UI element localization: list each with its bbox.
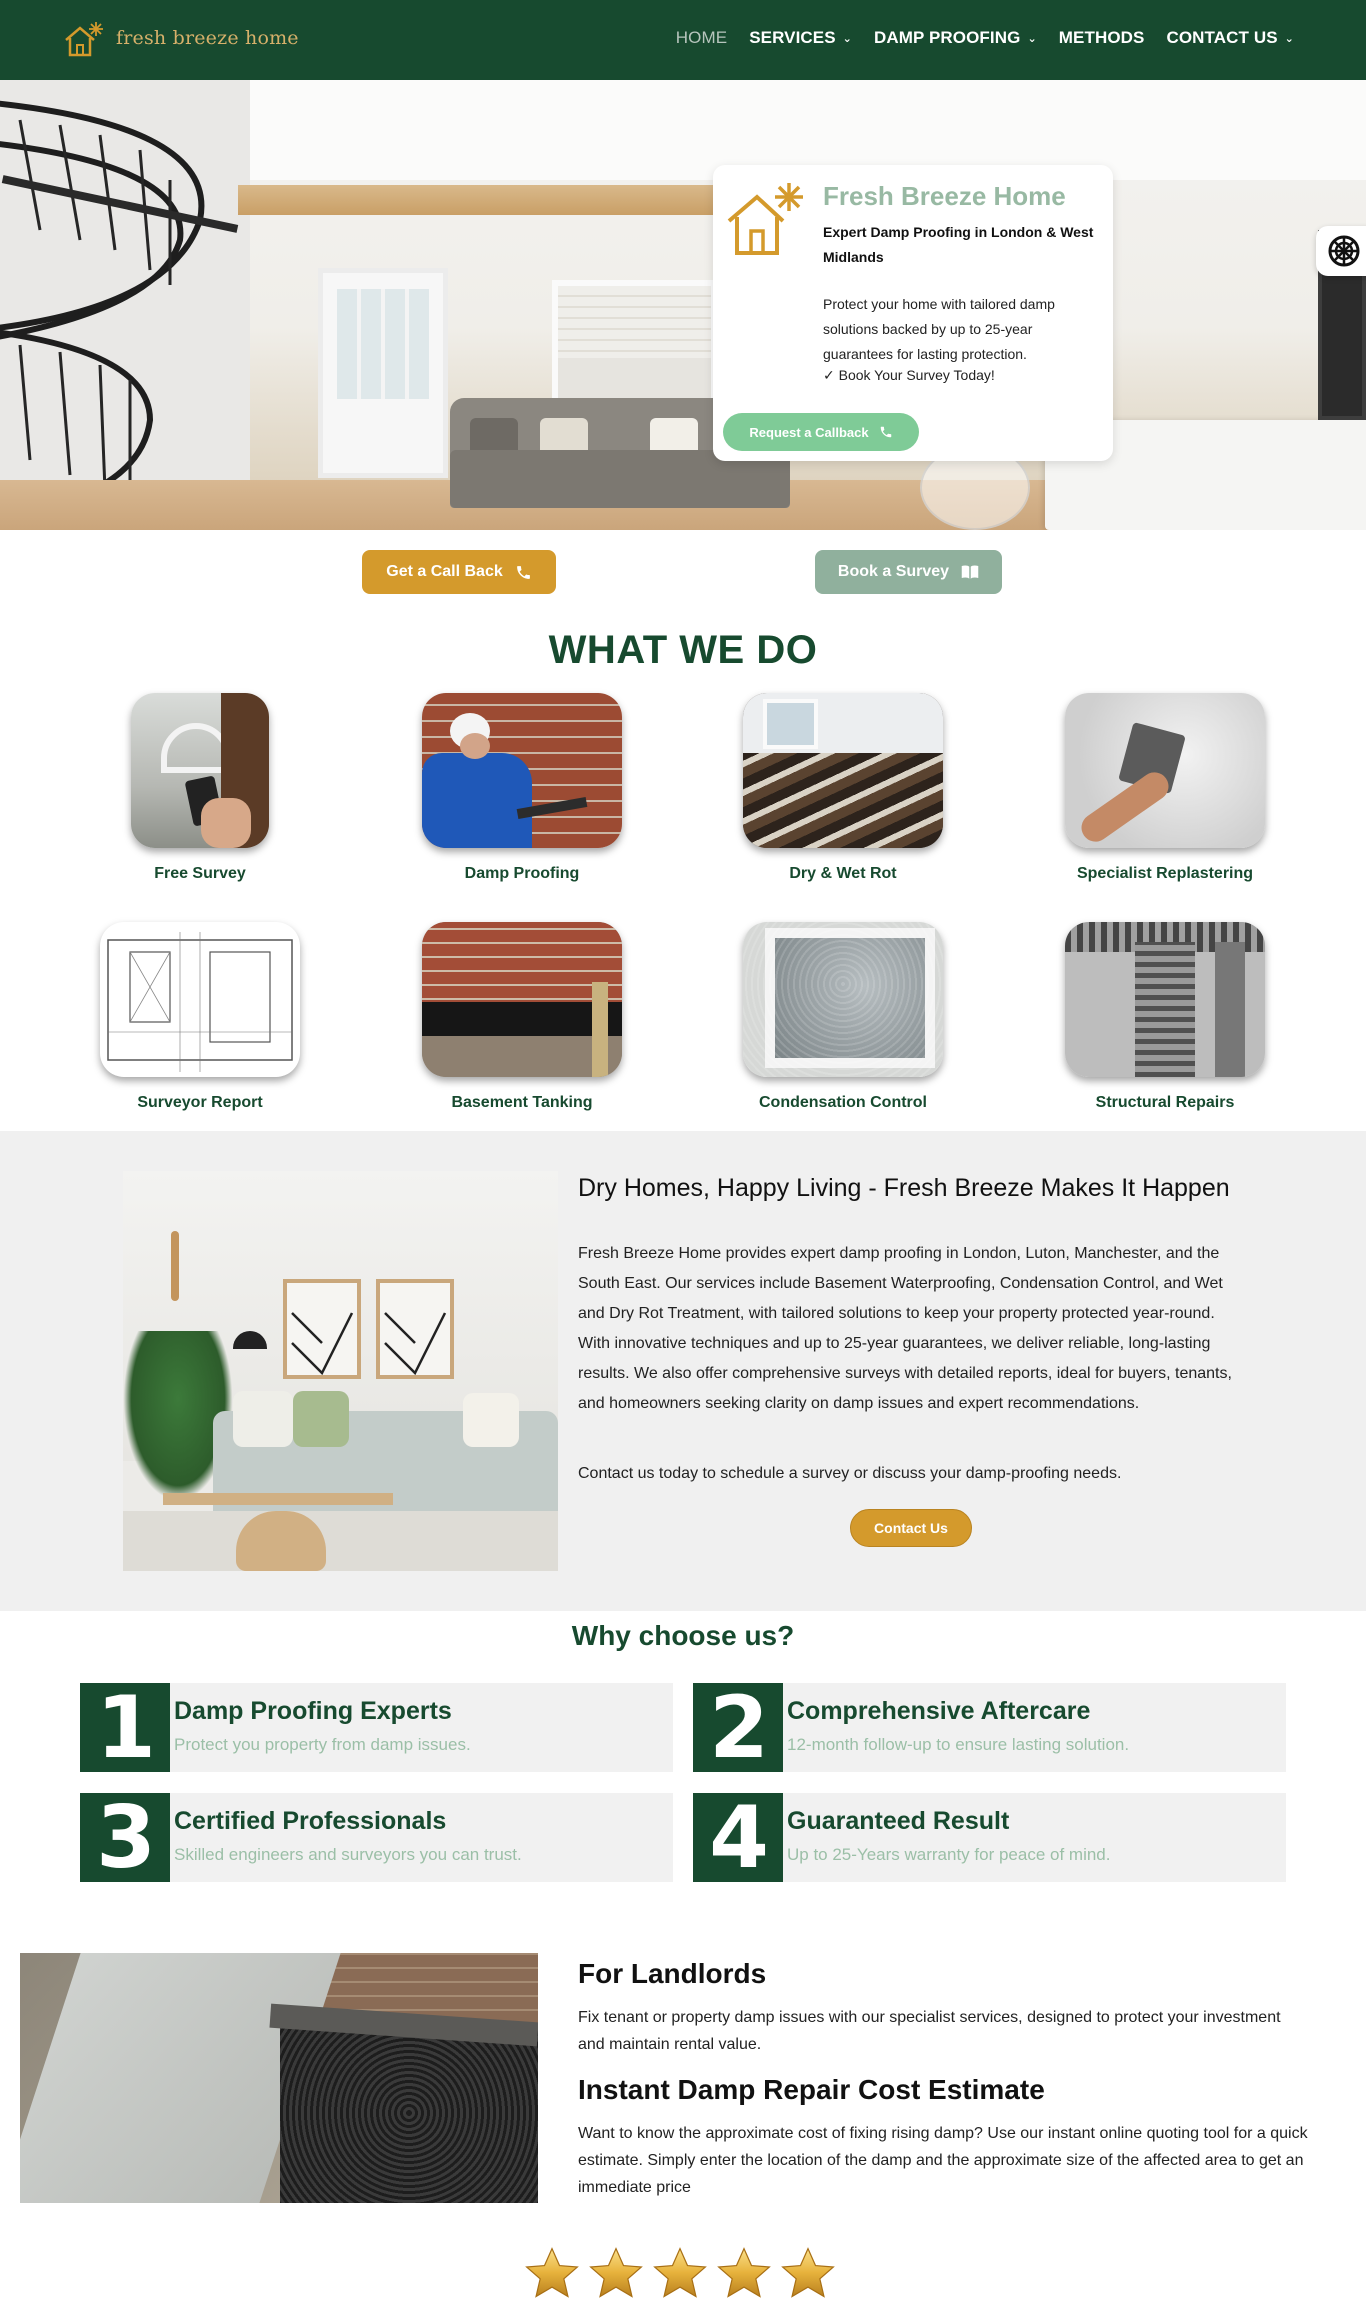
accessibility-badge[interactable] [1316, 226, 1366, 276]
chevron-down-icon: ⌄ [842, 32, 852, 45]
phone-icon [516, 565, 530, 579]
star-icon [525, 2247, 579, 2298]
nav-label: CONTACT US [1166, 28, 1278, 47]
house-sun-logo-icon [65, 22, 103, 57]
nav-item-damp-proofing[interactable]: DAMP PROOFING ⌄ [874, 28, 1037, 48]
why-heading: Certified Professionals [174, 1807, 447, 1835]
service-card-condensation-control[interactable]: Condensation Control [713, 922, 973, 1112]
service-card-surveyor-report[interactable]: Surveyor Report [70, 922, 330, 1112]
nav-label: METHODS [1058, 28, 1145, 47]
house-sun-logo-icon [727, 183, 803, 255]
site-header: fresh breeze home HOME SERVICES ⌄ DAMP PR… [0, 0, 1366, 80]
star-icon [589, 2247, 643, 2298]
why-heading: Guaranteed Result [787, 1807, 1010, 1835]
nav-label: SERVICES [749, 28, 836, 47]
service-label: Dry & Wet Rot [789, 865, 897, 882]
contact-us-button[interactable]: Contact Us [850, 1509, 972, 1547]
hero-door [318, 268, 448, 478]
living-room-image [123, 1171, 558, 1571]
why-card-3: 3 Certified Professionals Skilled engine… [80, 1788, 673, 1888]
why-subtext: 12-month follow-up to ensure lasting sol… [787, 1735, 1130, 1754]
intro-heading: Dry Homes, Happy Living - Fresh Breeze M… [578, 1174, 1230, 1202]
star-icon [781, 2247, 835, 2298]
brand-logo[interactable]: fresh breeze home [62, 18, 299, 58]
service-label: Structural Repairs [1095, 1094, 1235, 1111]
hero-title: Fresh Breeze Home [823, 181, 1066, 211]
why-title: Why choose us? [571, 1620, 795, 1651]
book-survey-button[interactable]: Book a Survey [815, 550, 1002, 594]
request-callback-button[interactable]: Request a Callback [723, 413, 919, 451]
nav-item-methods[interactable]: METHODS [1059, 28, 1145, 48]
service-card-dry-wet-rot[interactable]: Dry & Wet Rot [713, 693, 973, 883]
star-icon [653, 2247, 707, 2298]
why-heading: Damp Proofing Experts [174, 1697, 452, 1725]
why-card-1: 1 Damp Proofing Experts Protect you prop… [80, 1678, 673, 1778]
phone-icon [880, 426, 891, 438]
spiral-staircase-image [0, 100, 239, 521]
service-label: Damp Proofing [464, 865, 580, 882]
service-label: Condensation Control [759, 1094, 927, 1111]
intro-paragraph-contact: Contact us today to schedule a survey or… [578, 1465, 1122, 1482]
button-label: Request a Callback [749, 424, 869, 440]
service-label: Specialist Replastering [1076, 865, 1254, 882]
structural-repairs-image [1065, 922, 1265, 1077]
estimate-heading: Instant Damp Repair Cost Estimate [578, 2074, 1045, 2105]
accessibility-icon [1328, 235, 1360, 267]
number-badge: 2 [693, 1678, 783, 1778]
nav-item-home[interactable]: HOME [676, 28, 727, 48]
nav-item-contact-us[interactable]: CONTACT US ⌄ [1166, 28, 1294, 48]
button-label: Get a Call Back [386, 563, 503, 580]
service-label: Free Survey [154, 865, 246, 882]
number-badge: 4 [693, 1788, 783, 1888]
service-label: Basement Tanking [451, 1094, 593, 1111]
service-card-free-survey[interactable]: Free Survey [70, 693, 330, 883]
why-subtext: Up to 25-Years warranty for peace of min… [787, 1845, 1111, 1864]
hero-banner: Fresh Breeze Home Expert Damp Proofing i… [0, 80, 1366, 530]
why-subtext: Protect you property from damp issues. [174, 1735, 471, 1754]
hero-card: Fresh Breeze Home Expert Damp Proofing i… [713, 165, 1113, 461]
surveyor-report-image [100, 922, 300, 1077]
book-icon [961, 565, 979, 579]
landlords-text: Fix tenant or property damp issues with … [578, 2009, 1281, 2053]
service-label: Surveyor Report [137, 1094, 263, 1111]
services-title: WHAT WE DO [548, 628, 818, 672]
service-card-damp-proofing[interactable]: Damp Proofing [392, 693, 652, 883]
main-nav: HOME SERVICES ⌄ DAMP PROOFING ⌄ METHODS CO… [676, 28, 1294, 48]
hero-check-line: ✓ Book Your Survey Today! [823, 367, 995, 383]
damp-proofing-image [422, 693, 622, 848]
intro-paragraph: Fresh Breeze Home provides expert damp p… [578, 1245, 1232, 1412]
chevron-down-icon: ⌄ [1027, 32, 1037, 45]
nav-label: DAMP PROOFING [874, 28, 1021, 47]
why-subtext: Skilled engineers and surveyors you can … [174, 1845, 522, 1864]
landlords-heading: For Landlords [578, 1958, 767, 1989]
basement-tanking-image [422, 922, 622, 1077]
intro-section: Dry Homes, Happy Living - Fresh Breeze M… [0, 1131, 1366, 1611]
service-card-specialist-replastering[interactable]: Specialist Replastering [1035, 693, 1295, 883]
condensation-image [743, 922, 943, 1077]
nav-label: HOME [675, 28, 728, 47]
service-card-basement-tanking[interactable]: Basement Tanking [392, 922, 652, 1112]
hero-description: Protect your home with tailored damp sol… [823, 296, 1055, 362]
nav-item-services[interactable]: SERVICES ⌄ [749, 28, 852, 48]
free-survey-image [131, 693, 269, 848]
ceiling-beam [238, 185, 728, 215]
chevron-down-icon: ⌄ [1284, 32, 1294, 45]
button-label: Book a Survey [837, 563, 950, 580]
hero-subtitle: Expert Damp Proofing in London & West Mi… [823, 224, 1094, 265]
star-rating [523, 2245, 837, 2303]
estimate-text: Want to know the approximate cost of fix… [578, 2125, 1308, 2196]
number-badge: 1 [80, 1678, 170, 1778]
replastering-image [1065, 693, 1265, 848]
why-heading: Comprehensive Aftercare [787, 1697, 1091, 1725]
why-card-2: 2 Comprehensive Aftercare 12-month follo… [693, 1678, 1286, 1778]
basement-membrane-image [20, 1953, 538, 2203]
service-card-structural-repairs[interactable]: Structural Repairs [1035, 922, 1295, 1112]
why-card-4: 4 Guaranteed Result Up to 25-Years warra… [693, 1788, 1286, 1888]
dry-wet-rot-image [743, 693, 943, 848]
number-badge: 3 [80, 1788, 170, 1888]
star-icon [717, 2247, 771, 2298]
brand-name: fresh breeze home [116, 27, 299, 49]
get-call-back-button[interactable]: Get a Call Back [362, 550, 556, 594]
